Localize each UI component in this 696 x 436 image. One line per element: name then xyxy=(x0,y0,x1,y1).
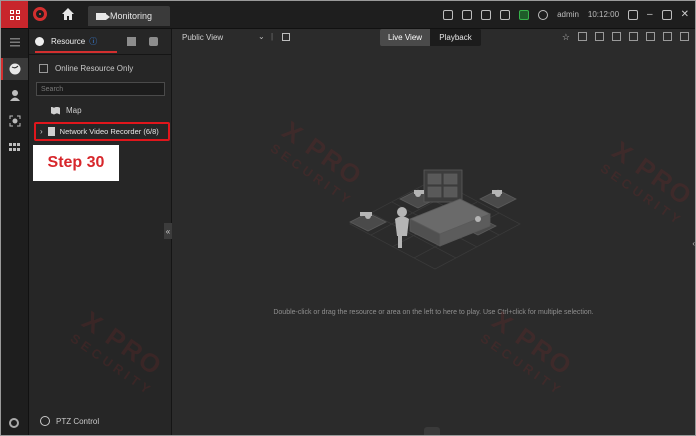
globe-icon xyxy=(9,63,20,75)
left-nav xyxy=(1,29,29,435)
app-logo-icon xyxy=(33,7,47,21)
nvr-device-icon xyxy=(47,127,55,136)
window-layout-icon[interactable] xyxy=(629,32,638,41)
person-icon xyxy=(9,90,20,101)
pen-icon[interactable] xyxy=(443,9,454,20)
apps-grid-icon xyxy=(9,142,20,151)
view-toolbar: Public View ⌄ | Live View Playback ☆ xyxy=(172,29,695,47)
app-grid-button[interactable] xyxy=(1,1,28,28)
bottom-expand-tab[interactable] xyxy=(424,427,440,435)
nav-apps[interactable] xyxy=(1,136,28,158)
tab-settings-icon[interactable] xyxy=(149,37,158,46)
search-input[interactable]: Search xyxy=(36,82,165,96)
resource-globe-icon xyxy=(35,37,44,46)
tab-view-icon[interactable] xyxy=(127,37,136,46)
monitor-icon[interactable] xyxy=(481,9,492,20)
tree-item-nvr[interactable]: › Network Video Recorder (6/8) xyxy=(34,122,170,141)
map-icon xyxy=(51,106,60,115)
live-view-button[interactable]: Live View xyxy=(380,29,430,46)
nav-menu[interactable] xyxy=(1,31,28,53)
save-icon[interactable] xyxy=(282,33,290,41)
info-icon[interactable]: ⓘ xyxy=(89,36,97,47)
watermark: X PROSECURITY xyxy=(477,305,579,399)
home-icon[interactable] xyxy=(61,7,75,21)
ptz-label: PTZ Control xyxy=(56,416,100,426)
tab-resource-label: Resource xyxy=(51,37,86,46)
chevron-down-icon[interactable]: ⌄ xyxy=(258,32,265,41)
lock-icon[interactable] xyxy=(628,9,639,20)
collapse-panel-button[interactable]: « xyxy=(164,223,172,239)
tree-item-map[interactable]: Map xyxy=(51,106,82,115)
grid-icon xyxy=(9,9,20,20)
minimize-icon[interactable]: – xyxy=(647,9,653,20)
nav-resource[interactable] xyxy=(1,58,28,80)
face-scan-icon xyxy=(9,115,20,127)
panel-tabs: Resource ⓘ xyxy=(29,29,171,55)
main-view: Public View ⌄ | Live View Playback ☆ Dou… xyxy=(68,29,696,435)
layout-tools: ☆ xyxy=(562,32,689,43)
status-icon[interactable] xyxy=(519,9,530,20)
tab-monitoring[interactable]: Monitoring xyxy=(88,6,170,26)
tab-resource[interactable]: Resource ⓘ xyxy=(35,33,125,50)
nav-face[interactable] xyxy=(1,110,28,132)
fullscreen-icon[interactable] xyxy=(646,32,655,41)
popout-icon[interactable] xyxy=(663,32,672,41)
record-icon[interactable] xyxy=(612,32,621,41)
star-icon[interactable]: ☆ xyxy=(562,32,570,43)
tree-item-map-label: Map xyxy=(66,106,82,115)
nav-person[interactable] xyxy=(1,84,28,106)
empty-state-illustration xyxy=(349,169,521,270)
empty-state-hint: Double-click or drag the resource or are… xyxy=(273,309,594,316)
toolbar-divider: | xyxy=(271,32,274,41)
step-callout: Step 30 xyxy=(33,145,119,181)
settings-icon[interactable] xyxy=(578,32,587,41)
ptz-control[interactable]: PTZ Control xyxy=(40,416,99,426)
watermark: X PROSECURITY xyxy=(597,135,696,229)
chevron-right-icon[interactable]: › xyxy=(40,127,43,136)
mode-switch: Live View Playback xyxy=(380,29,481,46)
close-icon[interactable]: ✕ xyxy=(681,9,689,20)
user-name[interactable]: admin xyxy=(557,10,579,19)
title-bar: Monitoring admin 10:12:00 – ✕ xyxy=(1,1,695,29)
resource-panel: Resource ⓘ Online Resource Only Search M… xyxy=(29,29,172,435)
online-only-label: Online Resource Only xyxy=(55,64,134,73)
online-only-checkbox[interactable] xyxy=(39,64,48,73)
antenna-icon[interactable] xyxy=(462,9,473,20)
tab-active-indicator xyxy=(35,51,117,53)
menu-icon xyxy=(9,37,20,46)
playback-button[interactable]: Playback xyxy=(430,29,481,46)
help-icon[interactable] xyxy=(538,9,549,20)
clock: 10:12:00 xyxy=(587,10,620,19)
refresh-icon[interactable] xyxy=(9,418,19,428)
tree-item-nvr-label: Network Video Recorder (6/8) xyxy=(59,127,159,136)
title-bar-tools: admin 10:12:00 – ✕ xyxy=(443,1,689,28)
app-window: Monitoring admin 10:12:00 – ✕ Resource ⓘ… xyxy=(0,0,696,436)
capture-icon[interactable] xyxy=(595,32,604,41)
tab-monitoring-label: Monitoring xyxy=(110,11,153,21)
camera-icon xyxy=(96,12,110,20)
right-expand-arrow[interactable]: ‹ xyxy=(692,239,695,248)
view-selector[interactable]: Public View xyxy=(182,33,223,42)
ptz-icon xyxy=(40,416,50,426)
clipboard-icon[interactable] xyxy=(500,9,511,20)
online-only-option[interactable]: Online Resource Only xyxy=(39,64,133,73)
more-icon[interactable] xyxy=(680,32,689,41)
maximize-icon[interactable] xyxy=(661,9,672,20)
